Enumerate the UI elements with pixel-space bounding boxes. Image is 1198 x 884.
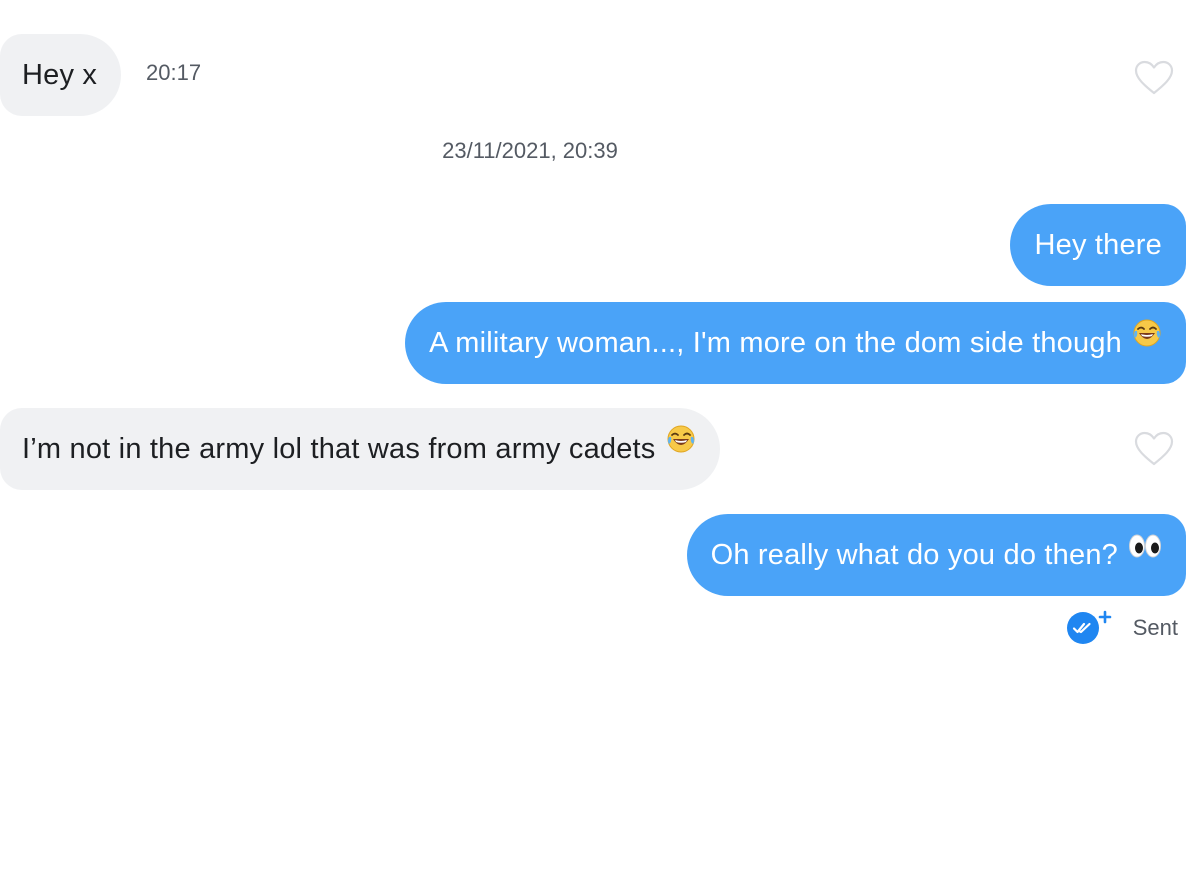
message-text: I’m not in the army lol that was from ar…: [22, 433, 656, 465]
heart-outline-icon[interactable]: [1134, 60, 1174, 96]
eyes-emoji: [1128, 510, 1162, 592]
message-bubble-outgoing[interactable]: A military woman..., I'm more on the dom…: [405, 302, 1186, 384]
message-text: Hey x: [22, 59, 98, 91]
date-separator: 23/11/2021, 20:39: [442, 138, 618, 163]
tears-of-joy-emoji: [1132, 298, 1162, 380]
message-text: A military woman..., I'm more on the dom…: [429, 327, 1122, 359]
chat-thread: Hey x 20:17 23/11/2021, 20:39 Hey there …: [0, 0, 1198, 884]
heart-outline-icon[interactable]: [1134, 431, 1174, 467]
read-receipt-plus-icon: [1066, 610, 1112, 644]
message-bubble-outgoing[interactable]: Hey there: [1010, 204, 1186, 286]
message-text: Hey there: [1034, 229, 1162, 261]
message-bubble-outgoing[interactable]: Oh really what do you do then?: [686, 514, 1186, 596]
message-timestamp: 20:17: [146, 60, 202, 85]
message-status: Sent: [1065, 610, 1178, 646]
tears-of-joy-emoji: [666, 404, 696, 486]
message-text: Oh really what do you do then?: [710, 539, 1118, 571]
message-bubble-incoming[interactable]: Hey x: [0, 34, 122, 116]
status-label: Sent: [1132, 615, 1178, 640]
message-bubble-incoming[interactable]: I’m not in the army lol that was from ar…: [0, 408, 720, 490]
